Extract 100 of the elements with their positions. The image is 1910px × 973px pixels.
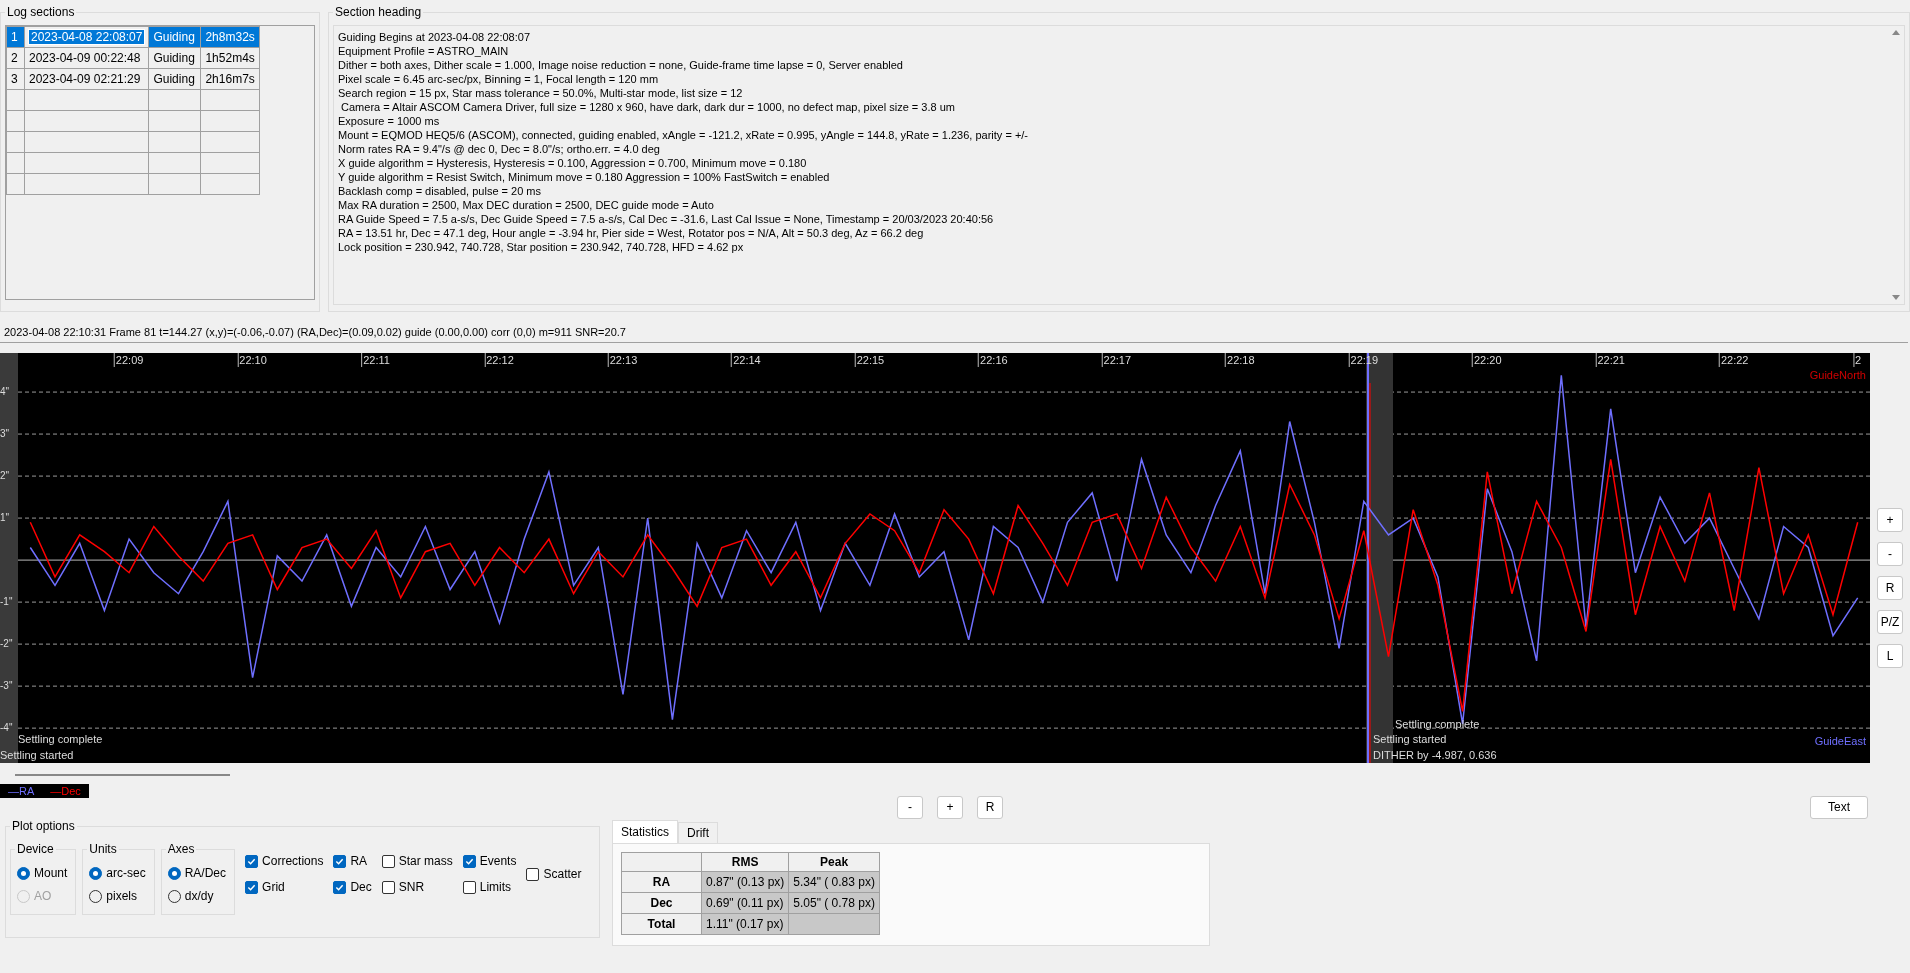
axis-tick-label: 4" [0,386,10,399]
column-header: Peak [788,852,880,872]
checkbox-checked-icon [245,880,259,894]
checkbox-option[interactable]: Scatter [526,865,582,883]
group-title: Plot options [10,818,77,834]
time-tick-label: 22:10 [237,353,268,367]
checkbox-option[interactable]: Dec [333,878,372,896]
radio-icon [167,866,181,880]
radio-option[interactable]: RA/Dec [167,864,227,882]
heading-line: Search region = 15 px, Star mass tolerance = 50.0%, Multi-star mode, list size = 12 [338,86,744,100]
heading-line: Backlash comp = disabled, pulse = 20 ms [338,184,542,198]
table-cell: 2023-04-09 00:22:48 [24,47,149,69]
table-cell: 2 [6,47,25,69]
checkbox-option[interactable]: RA [333,852,372,870]
log-section-row[interactable]: 2 2023-04-09 00:22:48 Guiding 1h52m4s [6,47,260,69]
event-label: Settling started [0,749,74,762]
zoom-button[interactable]: R [977,795,1003,819]
checkbox-option[interactable]: Events [462,852,517,870]
time-tick-label: 22:09 [113,353,145,367]
guide-graph[interactable] [0,353,1870,763]
graph-side-button[interactable]: + [1877,508,1903,532]
time-tick-label: 22:18 [1225,353,1256,367]
axis-tick-label: 1" [0,512,10,525]
zoom-button[interactable]: - [897,795,923,819]
guide-east-label: GuideEast [1814,733,1866,749]
table-cell: 1h52m4s [200,47,260,69]
table-cell: Guiding [148,68,201,90]
time-tick-label: 22:11 [361,353,391,367]
radio-icon [89,866,103,880]
checkbox-option[interactable]: Star mass [381,852,453,870]
row-header: Dec [621,892,702,914]
scrollbar-thumb[interactable] [15,774,230,776]
event-label: Settling complete [18,733,103,746]
event-label: Settling started [1373,733,1447,746]
heading-line: Y guide algorithm = Resist Switch, Minimum move = 0.180 Aggression = 100% FastSwitch = enabled [338,170,831,184]
table-cell: 2023-04-09 02:21:29 [24,68,149,90]
event-label: Settling complete [1395,718,1480,731]
table-cell: 2h16m7s [200,68,260,90]
log-section-row[interactable]: 3 2023-04-09 02:21:29 Guiding 2h16m7s [6,68,260,90]
heading-line: Guiding Begins at 2023-04-08 22:08:07 [338,30,532,44]
radio-option[interactable]: pixels [89,887,146,905]
column-header: RMS [701,852,789,872]
section-text-area[interactable] [333,25,1905,305]
checkbox-icon [526,867,540,881]
heading-line: Exposure = 1000 ms [338,114,441,128]
checkbox-icon [462,880,476,894]
axis-tick-label: -2" [0,638,13,651]
checkbox-option[interactable]: Corrections [245,852,324,870]
graph-side-button[interactable]: R [1877,576,1903,600]
time-tick-label: 2 [1853,353,1863,367]
heading-line: Equipment Profile = ASTRO_MAIN [338,44,510,58]
row-header: Total [621,913,702,935]
radio-icon [17,866,30,880]
table-cell: 1 [6,26,25,48]
graph-side-button[interactable]: - [1877,542,1903,566]
stats-tab[interactable]: Statistics [612,820,678,843]
time-tick-label: 22:14 [731,353,762,367]
heading-line: RA = 13.51 hr, Dec = 47.1 deg, Hour angle = -3.94 hr, Pier side = West, Rotator pos = N/A, Alt = 50.3 deg, Az = 66.2 deg [338,226,925,240]
heading-line: Mount = EQMOD HEQ5/6 (ASCOM), connected, guiding enabled, xAngle = -121.2, xRate = 0.995, yAngle = 144.8, yRate = 1.236, parity = +/- [338,128,1030,142]
log-section-row[interactable]: 1 2023-04-08 22:08:07 Guiding 2h8m32s [6,26,260,48]
legend-label: —RA [8,784,35,798]
graph-side-button[interactable]: P/Z [1877,610,1903,634]
table-cell: 2h8m32s [200,26,260,48]
checkbox-checked-icon [333,880,347,894]
group-title: Log sections [5,4,77,20]
checkbox-option[interactable]: SNR [381,878,453,896]
table-cell: 2023-04-08 22:08:07 [24,26,149,48]
heading-line: RA Guide Speed = 7.5 a-s/s, Dec Guide Speed = 7.5 a-s/s, Cal Dec = -31.6, Last Cal Issue = None, Timestamp = 20/03/2023 20:40:56 [338,212,995,226]
axis-tick-label: -1" [0,596,13,609]
axis-tick-label: 3" [0,428,10,441]
scroll-down-icon[interactable] [1892,295,1900,300]
checkbox-icon [381,854,395,868]
radio-option[interactable]: Mount [17,864,68,882]
stats-tab[interactable]: Drift [678,822,718,843]
text-button[interactable]: Text [1810,795,1868,819]
guide-north-label: GuideNorth [1809,368,1866,383]
time-tick-label: 22:13 [607,353,639,367]
heading-line: X guide algorithm = Hysteresis, Hysteresis = 0.100, Aggression = 0.700, Minimum move = 0.180 [338,156,808,170]
heading-line: Pixel scale = 6.45 arc-sec/px, Binning = 1, Focal length = 120 mm [338,72,660,86]
checkbox-option[interactable]: Limits [462,878,517,896]
heading-line: Norm rates RA = 9.4"/s @ dec 0, Dec = 8.0"/s; ortho.err. = 4.0 deg [338,142,661,156]
checkbox-option[interactable]: Grid [245,878,324,896]
axis-tick-label: -3" [0,680,13,693]
radio-option[interactable]: arc-sec [89,864,146,882]
table-cell: Guiding [148,47,201,69]
heading-line: Camera = Altair ASCOM Camera Driver, full size = 1280 x 960, have dark, dark dur = 1000, no defect map, pixel size = 3.8 um [340,100,956,114]
event-label: DITHER by -4.987, 0.636 [1373,749,1497,762]
time-tick-label: 22:21 [1595,353,1626,367]
time-tick-label: 22:17 [1101,353,1133,367]
radio-option[interactable]: dx/dy [167,887,227,905]
time-tick-label: 22:12 [484,353,515,367]
graph-side-button[interactable]: L [1877,644,1903,668]
group-title: Section heading [333,4,424,20]
checkbox-checked-icon [333,854,347,868]
zoom-button[interactable]: + [937,795,963,819]
heading-line: Lock position = 230.942, 740.728, Star position = 230.942, 740.728, HFD = 4.62 px [338,240,745,254]
scroll-up-icon[interactable] [1892,30,1900,35]
time-tick-label: 22:15 [854,353,886,367]
time-tick-label: 22:22 [1718,353,1750,367]
axis-tick-label: -4" [0,722,13,735]
